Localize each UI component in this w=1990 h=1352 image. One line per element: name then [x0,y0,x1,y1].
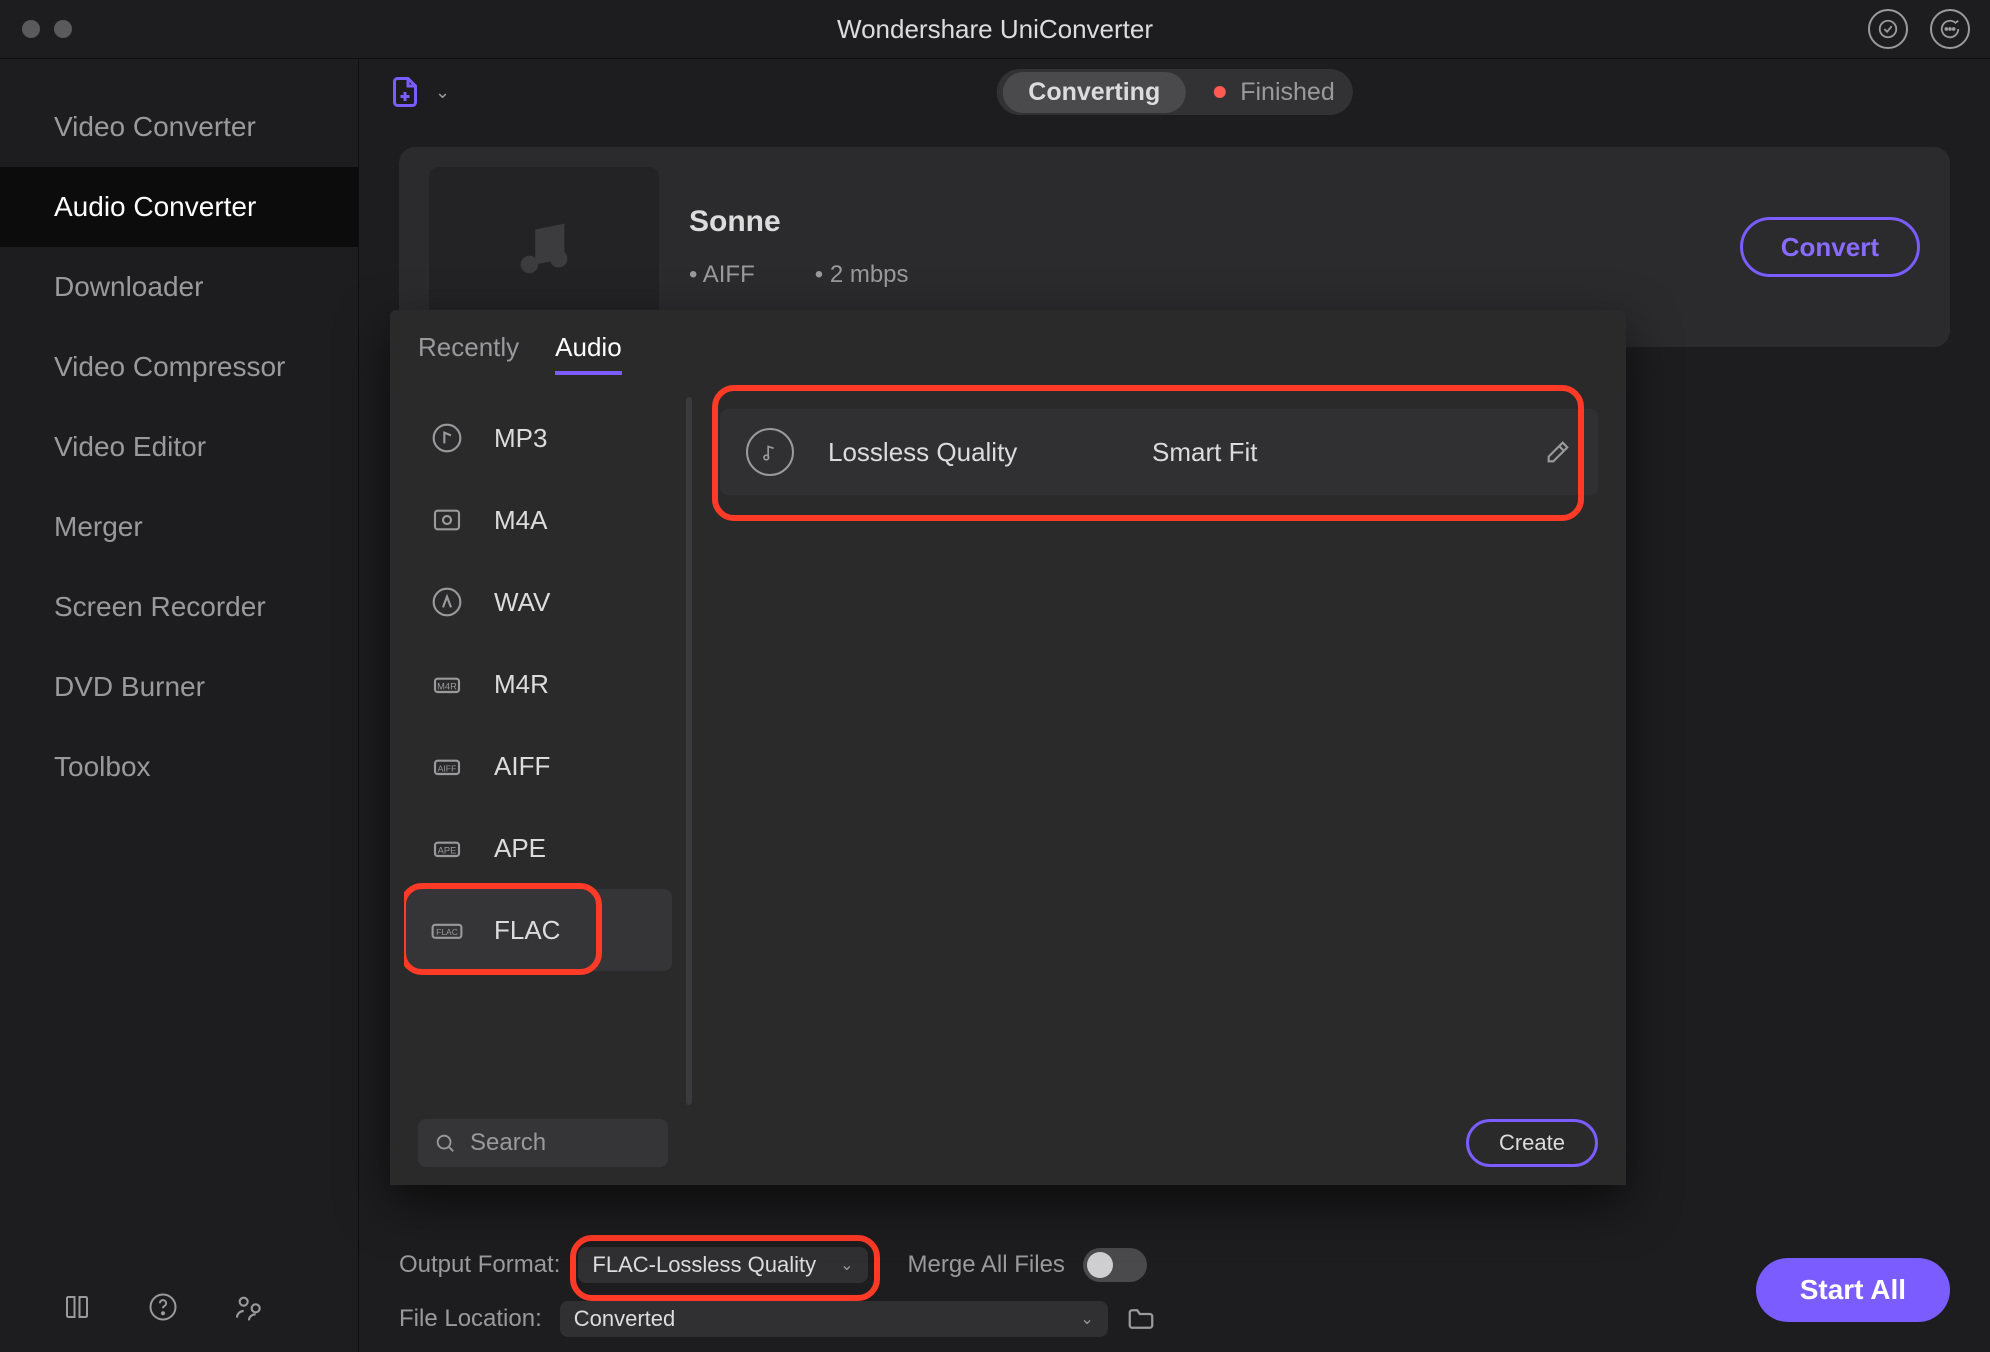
file-bitrate: 2 mbps [815,261,909,289]
format-item-m4a[interactable]: M4A [404,479,672,561]
popup-tab-audio[interactable]: Audio [555,332,622,375]
file-subinfo: AIFF 2 mbps [689,261,1710,289]
account-icon[interactable] [1868,9,1908,49]
start-all-button[interactable]: Start All [1756,1258,1950,1322]
minimize-window-dot[interactable] [54,20,72,38]
svg-text:AIFF: AIFF [438,763,457,773]
titlebar: Wondershare UniConverter [0,0,1990,59]
community-icon[interactable] [232,1290,266,1324]
sidebar-item-toolbox[interactable]: Toolbox [0,727,358,807]
format-item-wav[interactable]: WAV [404,561,672,643]
notification-dot-icon [1214,86,1226,98]
tutorial-icon[interactable] [60,1290,94,1324]
format-search[interactable]: Search [418,1119,668,1167]
svg-text:M4R: M4R [437,681,457,691]
flac-icon: FLAC [426,909,468,951]
convert-button[interactable]: Convert [1740,217,1920,277]
aiff-icon: AIFF [426,745,468,787]
quality-label: Lossless Quality [828,437,1118,468]
tab-finished[interactable]: Finished [1214,78,1335,107]
merge-label: Merge All Files [908,1251,1065,1279]
format-item-m4r[interactable]: M4R M4R [404,643,672,725]
format-item-ape[interactable]: APE APE [404,807,672,889]
feedback-icon[interactable] [1930,9,1970,49]
search-icon [434,1132,456,1154]
sidebar-item-audio-converter[interactable]: Audio Converter [0,167,358,247]
format-popup: Recently Audio MP3 M4A WAV [390,310,1626,1185]
sidebar-item-merger[interactable]: Merger [0,487,358,567]
output-format-value: FLAC-Lossless Quality [592,1252,816,1278]
quality-row-lossless[interactable]: Lossless Quality Smart Fit [720,409,1598,495]
sidebar-item-video-editor[interactable]: Video Editor [0,407,358,487]
file-title: Sonne [689,205,1710,239]
sidebar-item-video-compressor[interactable]: Video Compressor [0,327,358,407]
chevron-down-icon: ⌄ [1080,1309,1093,1329]
ape-icon: APE [426,827,468,869]
sidebar: Video Converter Audio Converter Download… [0,59,359,1352]
m4r-icon: M4R [426,663,468,705]
m4a-icon [426,499,468,541]
sidebar-item-dvd-burner[interactable]: DVD Burner [0,647,358,727]
quality-panel: Lossless Quality Smart Fit Create [692,383,1626,1185]
svg-text:FLAC: FLAC [436,927,458,937]
help-icon[interactable] [146,1290,180,1324]
file-codec: AIFF [689,261,755,289]
file-thumbnail [429,167,659,327]
file-location-select[interactable]: Converted ⌄ [560,1301,1108,1337]
wav-icon [426,581,468,623]
music-note-icon [426,417,468,459]
add-file-button[interactable]: ⌄ [387,74,450,110]
merge-toggle[interactable] [1083,1248,1147,1282]
status-tabs: Converting Finished [996,69,1352,115]
traffic-lights[interactable] [0,20,72,38]
sidebar-item-screen-recorder[interactable]: Screen Recorder [0,567,358,647]
file-location-value: Converted [574,1306,676,1332]
popup-tab-recently[interactable]: Recently [418,332,519,375]
svg-text:APE: APE [438,845,457,855]
close-window-dot[interactable] [22,20,40,38]
output-format-select[interactable]: FLAC-Lossless Quality ⌄ [578,1247,867,1283]
music-note-icon [746,428,794,476]
quality-fit: Smart Fit [1152,437,1510,468]
sidebar-item-downloader[interactable]: Downloader [0,247,358,327]
chevron-down-icon[interactable]: ⌄ [435,82,450,103]
format-item-mp3[interactable]: MP3 [404,397,672,479]
tab-converting[interactable]: Converting [1002,72,1186,113]
edit-quality-icon[interactable] [1544,438,1572,466]
sidebar-item-video-converter[interactable]: Video Converter [0,87,358,167]
open-folder-icon[interactable] [1126,1304,1156,1334]
sidebar-footer [0,1290,358,1324]
format-item-flac[interactable]: FLAC FLAC [404,889,672,971]
format-item-aiff[interactable]: AIFF AIFF [404,725,672,807]
main-toolbar: ⌄ Converting Finished [359,59,1990,125]
app-window: Wondershare UniConverter Video Converter… [0,0,1990,1352]
tab-finished-label: Finished [1240,78,1335,107]
app-title: Wondershare UniConverter [0,0,1990,58]
search-placeholder: Search [470,1129,546,1157]
create-button[interactable]: Create [1466,1119,1598,1167]
chevron-down-icon: ⌄ [840,1255,853,1275]
format-list: MP3 M4A WAV M4R M4R AIFF [390,383,686,1185]
file-location-label: File Location: [399,1305,542,1333]
output-format-label: Output Format: [399,1251,560,1279]
